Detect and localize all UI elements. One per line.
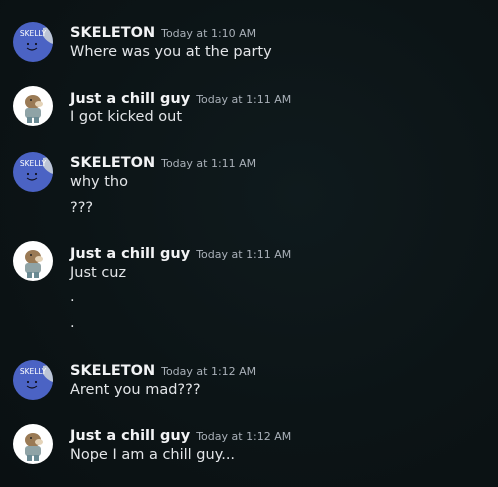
message-header: Just a chill guy Today at 1:12 AM xyxy=(70,425,291,444)
avatar[interactable] xyxy=(13,241,53,281)
message-header: Just a chill guy Today at 1:11 AM xyxy=(70,243,291,262)
message-header: Just a chill guy Today at 1:11 AM xyxy=(70,88,291,107)
username[interactable]: SKELETON xyxy=(70,25,155,41)
skelly-avatar-icon: SKELLY xyxy=(13,360,53,400)
chill-guy-avatar-icon xyxy=(13,86,53,126)
skelly-avatar-icon: SKELLY xyxy=(13,152,53,192)
avatar[interactable]: SKELLY xyxy=(13,360,53,400)
avatar[interactable] xyxy=(13,86,53,126)
timestamp: Today at 1:11 AM xyxy=(161,157,257,170)
message-text: I got kicked out xyxy=(70,109,183,125)
message-header: SKELETON Today at 1:10 AM xyxy=(70,22,256,41)
message-text: why tho xyxy=(70,174,128,190)
message-text: . xyxy=(70,289,75,305)
chill-guy-avatar-icon xyxy=(13,424,53,464)
message-text: Where was you at the party xyxy=(70,44,272,60)
avatar-label: SKELLY xyxy=(20,159,47,168)
message-text: Nope I am a chill guy... xyxy=(70,447,236,463)
timestamp: Today at 1:10 AM xyxy=(161,27,257,40)
avatar-label: SKELLY xyxy=(20,29,47,38)
message-text: Arent you mad??? xyxy=(70,382,201,398)
username[interactable]: Just a chill guy xyxy=(70,428,190,444)
timestamp: Today at 1:11 AM xyxy=(196,93,292,106)
message-text: . xyxy=(70,315,75,331)
timestamp: Today at 1:12 AM xyxy=(196,430,292,443)
timestamp: Today at 1:12 AM xyxy=(161,365,257,378)
skelly-avatar-icon: SKELLY xyxy=(13,22,53,62)
message-header: SKELETON Today at 1:11 AM xyxy=(70,152,256,171)
timestamp: Today at 1:11 AM xyxy=(196,248,292,261)
message-text: ??? xyxy=(70,200,94,216)
username[interactable]: Just a chill guy xyxy=(70,91,190,107)
username[interactable]: SKELETON xyxy=(70,155,155,171)
username[interactable]: SKELETON xyxy=(70,363,155,379)
message-header: SKELETON Today at 1:12 AM xyxy=(70,360,256,379)
avatar[interactable] xyxy=(13,424,53,464)
avatar[interactable]: SKELLY xyxy=(13,152,53,192)
username[interactable]: Just a chill guy xyxy=(70,246,190,262)
avatar-label: SKELLY xyxy=(20,367,47,376)
chat-message-list: SKELLY SKELETON Today at 1:10 AM Where wa… xyxy=(0,0,498,487)
avatar[interactable]: SKELLY xyxy=(13,22,53,62)
message-text: Just cuz xyxy=(70,265,127,281)
chill-guy-avatar-icon xyxy=(13,241,53,281)
